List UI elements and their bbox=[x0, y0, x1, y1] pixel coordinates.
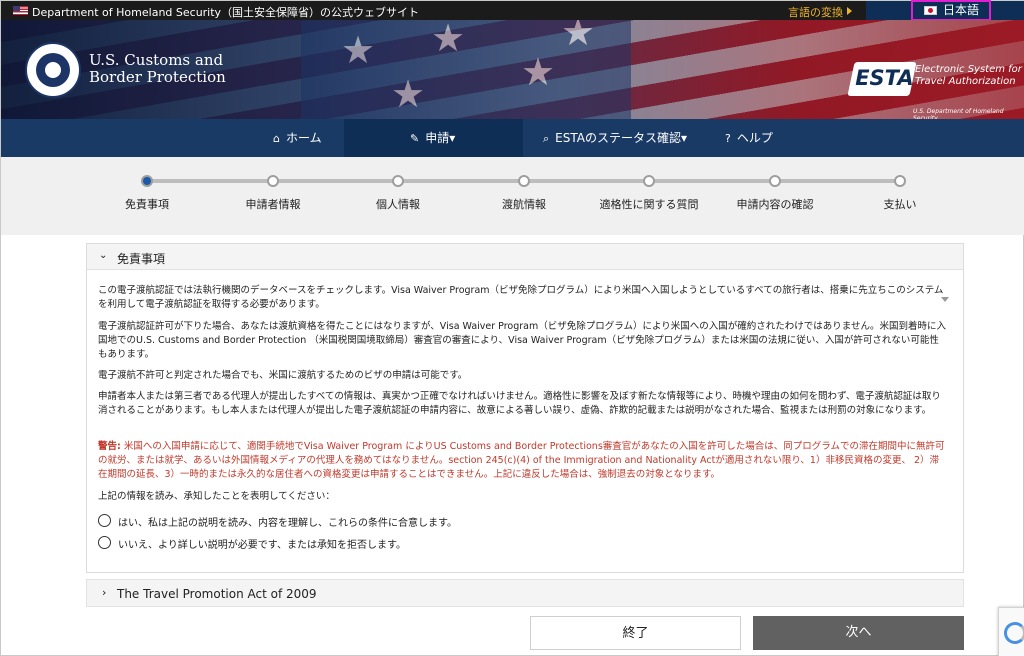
esta-subtitle: U.S. Department of Homeland Security bbox=[913, 108, 1004, 119]
esta-description-line1: Electronic System for bbox=[915, 64, 1022, 75]
dhs-seal-logo[interactable] bbox=[25, 42, 81, 98]
step-label-eligibility: 適格性に関する質問 bbox=[599, 198, 699, 211]
disclaimer-header[interactable]: ⌄ 免責事項 bbox=[87, 244, 963, 270]
disclaimer-paragraph: 電子渡航不許可と判定された場合でも、米国に渡航するためのビザの申請は可能です。 bbox=[98, 370, 468, 381]
travel-promotion-accordion[interactable]: › The Travel Promotion Act of 2009 bbox=[86, 579, 964, 607]
caret-right-icon bbox=[847, 7, 852, 15]
next-button[interactable]: 次へ bbox=[753, 616, 964, 650]
chevron-right-icon: › bbox=[102, 586, 107, 599]
step-dot-travel bbox=[518, 175, 530, 187]
us-flag-icon bbox=[13, 6, 28, 15]
agree-option-label[interactable]: はい、私は上記の説明を読み、内容を理解し、これらの条件に合意します。 bbox=[118, 514, 457, 529]
esta-logo[interactable]: ESTA bbox=[847, 62, 917, 96]
recaptcha-badge[interactable] bbox=[998, 607, 1024, 656]
search-icon: ⌕ bbox=[543, 132, 550, 145]
nav-home[interactable]: ⌂ ホーム bbox=[259, 119, 343, 157]
quit-button[interactable]: 終了 bbox=[530, 616, 741, 650]
step-dot-disclaimer bbox=[141, 175, 153, 187]
disclaimer-panel: ⌄ 免責事項 この電子渡航認証では法執行機関のデータベースをチェックします。Vi… bbox=[86, 243, 964, 573]
nav-help[interactable]: ? ヘルプ bbox=[713, 119, 793, 157]
esta-logo-text: ESTA bbox=[855, 66, 914, 90]
acknowledge-prompt: 上記の情報を読み、承知したことを表明してください： bbox=[98, 491, 335, 502]
japan-flag-icon bbox=[924, 6, 937, 15]
pencil-icon: ✎ bbox=[410, 132, 420, 145]
current-language-label: 日本語 bbox=[943, 3, 980, 17]
help-icon: ? bbox=[725, 132, 731, 145]
step-label-travel: 渡航情報 bbox=[502, 198, 546, 211]
language-change-link[interactable]: 言語の変換 bbox=[788, 4, 843, 20]
nav-help-label: ヘルプ bbox=[736, 131, 773, 145]
nav-apply[interactable]: ✎ 申請▾ bbox=[344, 119, 523, 157]
step-dot-review bbox=[769, 175, 781, 187]
warning-text: 米国への入国申請に応じて、適関手続地でVisa Waiver Program に… bbox=[98, 441, 945, 480]
disclaimer-paragraph: 電子渡航認証許可が下りた場合、あなたは渡航資格を得たことにはなりますが、Visa… bbox=[98, 321, 946, 360]
nav-check-status-label: ESTAのステータス確認▾ bbox=[555, 131, 688, 145]
official-site-notice: Department of Homeland Security（国土安全保障省）… bbox=[32, 6, 420, 19]
nav-apply-label: 申請▾ bbox=[425, 131, 456, 145]
flag-background: ★ ★ ★ ★ ★ bbox=[301, 20, 631, 119]
decline-radio[interactable] bbox=[98, 536, 111, 549]
chevron-down-icon: ⌄ bbox=[99, 250, 108, 261]
nav-home-label: ホーム bbox=[285, 131, 322, 145]
nav-check-status[interactable]: ⌕ ESTAのステータス確認▾ bbox=[531, 119, 701, 157]
step-dot-eligibility bbox=[643, 175, 655, 187]
warning-paragraph: 警告: 米国への入国申請に応じて、適関手続地でVisa Waiver Progr… bbox=[98, 440, 948, 482]
home-icon: ⌂ bbox=[273, 132, 280, 145]
scroll-down-icon bbox=[941, 297, 949, 302]
step-label-personal: 個人情報 bbox=[376, 198, 420, 211]
step-label-review: 申請内容の確認 bbox=[736, 198, 814, 211]
decline-option-label[interactable]: いいえ、より詳しい説明が必要です、または承知を拒否します。 bbox=[118, 536, 406, 551]
agency-name-line2: Border Protection bbox=[89, 68, 226, 86]
top-bar: Department of Homeland Security（国土安全保障省）… bbox=[1, 0, 1024, 21]
travel-promotion-title: The Travel Promotion Act of 2009 bbox=[117, 587, 317, 601]
step-label-applicant: 申請者情報 bbox=[245, 198, 301, 211]
step-dot-payment bbox=[894, 175, 906, 187]
esta-description: Electronic System for Travel Authorizati… bbox=[915, 64, 1022, 88]
warning-label: 警告: bbox=[98, 441, 121, 452]
agency-name-line1: U.S. Customs and bbox=[89, 51, 224, 69]
agree-radio[interactable] bbox=[98, 514, 111, 527]
progress-steps: 免責事項 申請者情報 個人情報 渡航情報 適格性に関する質問 申請内容の確認 支… bbox=[1, 157, 1024, 235]
disclaimer-paragraph: この電子渡航認証では法執行機関のデータベースをチェックします。Visa Waiv… bbox=[98, 285, 944, 310]
current-language-button[interactable]: 日本語 bbox=[911, 0, 991, 21]
esta-description-line2: Travel Authorization bbox=[915, 76, 1016, 87]
header-banner: ★ ★ ★ ★ ★ U.S. Customs and Border Protec… bbox=[1, 20, 1024, 119]
agency-name[interactable]: U.S. Customs and Border Protection bbox=[89, 52, 226, 86]
disclaimer-title: 免責事項 bbox=[117, 252, 166, 266]
step-dot-applicant bbox=[267, 175, 279, 187]
main-nav: ⌂ ホーム ✎ 申請▾ ⌕ ESTAのステータス確認▾ ? ヘルプ bbox=[1, 119, 1024, 157]
disclaimer-paragraph: 申請者本人または第三者である代理人が提出したすべての情報は、真実かつ正確でなけれ… bbox=[98, 391, 941, 416]
step-dot-personal bbox=[392, 175, 404, 187]
step-label-disclaimer: 免責事項 bbox=[125, 198, 169, 211]
step-label-payment: 支払い bbox=[883, 198, 917, 211]
